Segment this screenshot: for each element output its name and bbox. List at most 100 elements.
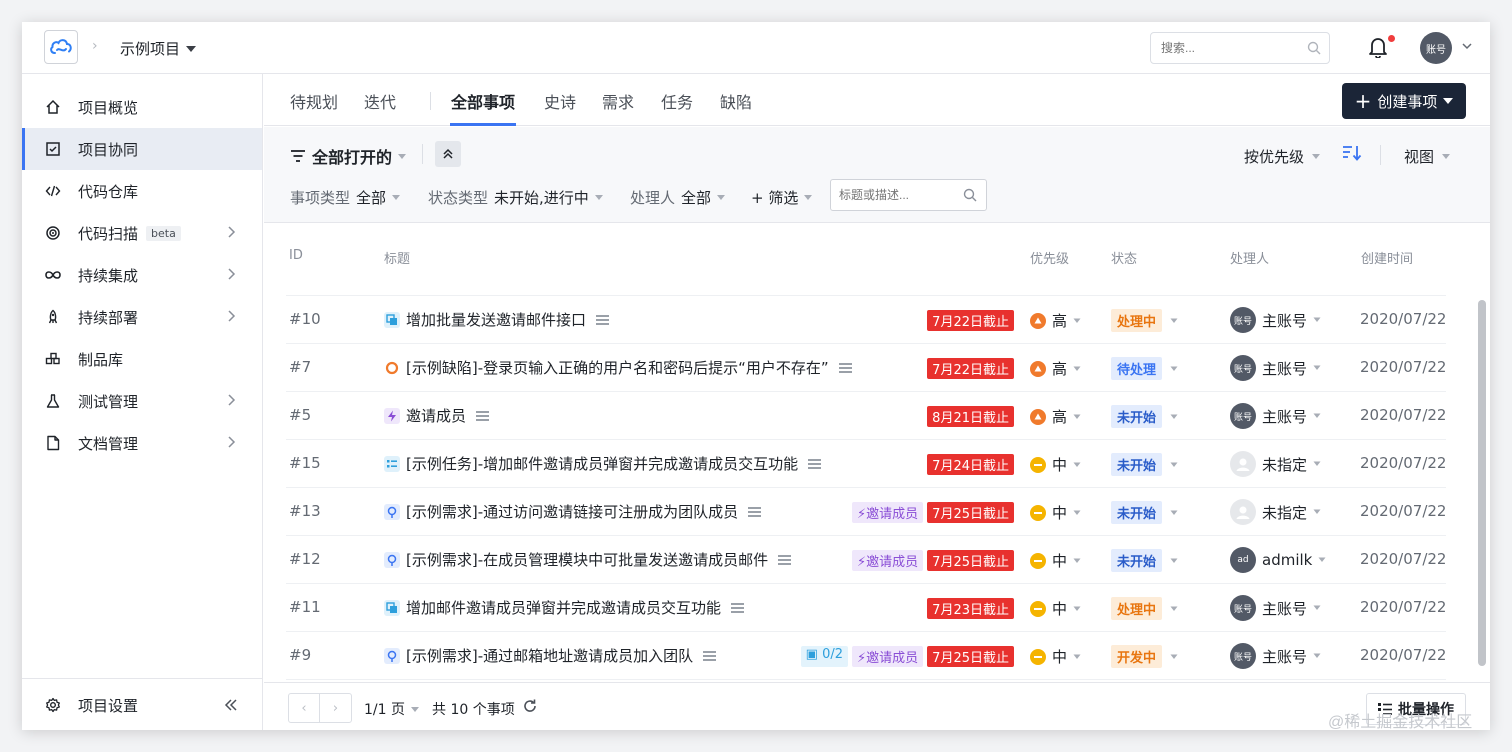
collapse-sidebar-icon[interactable] (224, 698, 238, 712)
tab-epic[interactable]: 史诗 (544, 89, 576, 113)
table-row[interactable]: #7 [示例缺陷]-登录页输入正确的用户名和密码后提示“用户不存在” 7月22日截止… (286, 344, 1446, 392)
assignee-selector[interactable]: 账号 主账号 (1230, 355, 1321, 381)
global-search-input[interactable] (1151, 33, 1291, 63)
tab-iteration[interactable]: 迭代 (364, 89, 396, 113)
chevron-down-icon[interactable] (1170, 510, 1178, 516)
issue-title-link[interactable]: [示例任务]-增加邮件邀请成员弹窗并完成邀请成员交互功能 (406, 453, 822, 474)
chevron-down-icon[interactable] (1313, 365, 1321, 371)
issue-title-link[interactable]: [示例需求]-通过邮箱地址邀请成员加入团队 (406, 645, 717, 666)
assignee-selector[interactable]: ad admilk (1230, 547, 1326, 573)
next-page-button[interactable]: › (320, 694, 351, 722)
sidebar-item-code-repo[interactable]: 代码仓库 (22, 170, 262, 212)
chevron-down-icon[interactable] (1073, 510, 1081, 516)
tab-defect[interactable]: 缺陷 (720, 89, 752, 113)
assignee-selector[interactable]: 账号 主账号 (1230, 643, 1321, 669)
bell-icon[interactable] (1368, 36, 1388, 58)
sidebar-item-artifacts[interactable]: 制品库 (22, 338, 262, 380)
subtask-progress-tag[interactable]: ▣ 0/2 (800, 646, 849, 667)
chevron-down-icon[interactable] (1073, 606, 1081, 612)
filter-status-type[interactable]: 状态类型 未开始,进行中 (428, 187, 603, 208)
chevron-down-icon[interactable] (1073, 414, 1081, 420)
priority-selector[interactable]: 高 (1030, 310, 1081, 331)
chevron-down-icon[interactable] (1462, 42, 1472, 50)
column-status[interactable]: 状态 (1111, 248, 1137, 267)
assignee-selector[interactable]: 账号 主账号 (1230, 403, 1321, 429)
table-row[interactable]: #13 [示例需求]-通过访问邀请链接可注册成为团队成员 ⚡邀请成员 7月25日截止 中… (286, 488, 1446, 536)
chevron-down-icon[interactable] (1073, 366, 1081, 372)
issue-search-input[interactable] (831, 180, 955, 210)
view-selector[interactable]: 视图 (1404, 146, 1451, 167)
column-created[interactable]: 创建时间 (1361, 248, 1413, 267)
filter-assignee[interactable]: 处理人 全部 (630, 187, 726, 208)
epic-tag[interactable]: ⚡邀请成员 (852, 646, 924, 667)
assignee-selector[interactable]: 账号 主账号 (1230, 307, 1321, 333)
prev-page-button[interactable]: ‹ (289, 694, 321, 722)
chevron-down-icon[interactable] (1313, 461, 1321, 467)
table-row[interactable]: #15 [示例任务]-增加邮件邀请成员弹窗并完成邀请成员交互功能 7月24日截止 中 未… (286, 440, 1446, 488)
issue-title-link[interactable]: [示例缺陷]-登录页输入正确的用户名和密码后提示“用户不存在” (406, 357, 852, 378)
create-issue-button[interactable]: + 创建事项 (1342, 83, 1466, 119)
chevron-down-icon[interactable] (1170, 318, 1178, 324)
chevron-down-icon[interactable] (1170, 462, 1178, 468)
sidebar-item-code-scan[interactable]: 代码扫描 beta (22, 212, 262, 254)
account-avatar[interactable]: 账号 (1420, 32, 1452, 64)
issue-title-link[interactable]: 增加邮件邀请成员弹窗并完成邀请成员交互功能 (406, 597, 745, 618)
tab-all-issues[interactable]: 全部事项 (451, 89, 515, 113)
tab-backlog[interactable]: 待规划 (290, 89, 338, 113)
table-row[interactable]: #5 邀请成员 8月21日截止 高 未开始 账号 主账号 2020/07/22 (286, 392, 1446, 440)
sidebar-item-testing[interactable]: 测试管理 (22, 380, 262, 422)
column-priority[interactable]: 优先级 (1030, 248, 1069, 267)
assignee-selector[interactable]: 未指定 (1230, 451, 1321, 477)
chevron-down-icon[interactable] (1318, 557, 1326, 563)
priority-selector[interactable]: 中 (1030, 454, 1081, 475)
table-row[interactable]: #11 增加邮件邀请成员弹窗并完成邀请成员交互功能 7月23日截止 中 处理中 账号 主账号… (286, 584, 1446, 632)
epic-tag[interactable]: ⚡邀请成员 (852, 550, 924, 571)
add-filter-button[interactable]: + 筛选 (751, 187, 813, 208)
chevron-down-icon[interactable] (1170, 606, 1178, 612)
status-selector[interactable]: 待处理 (1111, 357, 1178, 380)
sidebar-item-ci[interactable]: 持续集成 (22, 254, 262, 296)
chevron-down-icon[interactable] (1313, 605, 1321, 611)
collapse-filters-button[interactable] (435, 141, 461, 167)
status-selector[interactable]: 处理中 (1111, 309, 1178, 332)
sort-descending-icon[interactable] (1342, 144, 1362, 162)
saved-filter-selector[interactable]: 全部打开的 (290, 144, 407, 168)
chevron-down-icon[interactable] (1170, 366, 1178, 372)
chevron-down-icon[interactable] (1073, 318, 1081, 324)
chevron-down-icon[interactable] (1170, 654, 1178, 660)
chevron-down-icon[interactable] (1313, 509, 1321, 515)
chevron-down-icon[interactable] (1073, 654, 1081, 660)
issue-search[interactable] (830, 179, 987, 211)
status-selector[interactable]: 处理中 (1111, 597, 1178, 620)
column-owner[interactable]: 处理人 (1230, 248, 1269, 267)
sort-selector[interactable]: 按优先级 (1244, 146, 1321, 167)
priority-selector[interactable]: 高 (1030, 358, 1081, 379)
scrollbar[interactable] (1478, 300, 1486, 666)
sidebar-item-collaboration[interactable]: 项目协同 (22, 128, 262, 170)
table-row[interactable]: #10 增加批量发送邀请邮件接口 7月22日截止 高 处理中 账号 主账号 2020/07/2… (286, 296, 1446, 344)
chevron-down-icon[interactable] (1313, 413, 1321, 419)
priority-selector[interactable]: 中 (1030, 550, 1081, 571)
chevron-down-icon[interactable] (1073, 558, 1081, 564)
epic-tag[interactable]: ⚡邀请成员 (852, 502, 924, 523)
global-search[interactable] (1150, 32, 1330, 64)
priority-selector[interactable]: 中 (1030, 502, 1081, 523)
issue-title-link[interactable]: [示例需求]-通过访问邀请链接可注册成为团队成员 (406, 501, 762, 522)
chevron-down-icon[interactable] (1313, 317, 1321, 323)
status-selector[interactable]: 开发中 (1111, 645, 1178, 668)
logo[interactable] (44, 30, 78, 64)
priority-selector[interactable]: 中 (1030, 646, 1081, 667)
filter-issue-type[interactable]: 事项类型 全部 (290, 187, 401, 208)
chevron-down-icon[interactable] (1313, 653, 1321, 659)
priority-selector[interactable]: 高 (1030, 406, 1081, 427)
status-selector[interactable]: 未开始 (1111, 549, 1178, 572)
sidebar-item-overview[interactable]: 项目概览 (22, 86, 262, 128)
priority-selector[interactable]: 中 (1030, 598, 1081, 619)
column-title[interactable]: 标题 (384, 248, 410, 267)
status-selector[interactable]: 未开始 (1111, 501, 1178, 524)
column-id[interactable]: ID (289, 248, 303, 263)
table-row[interactable]: #12 [示例需求]-在成员管理模块中可批量发送邀请成员邮件 ⚡邀请成员 7月25日截… (286, 536, 1446, 584)
status-selector[interactable]: 未开始 (1111, 405, 1178, 428)
chevron-down-icon[interactable] (1073, 462, 1081, 468)
chevron-down-icon[interactable] (1170, 558, 1178, 564)
